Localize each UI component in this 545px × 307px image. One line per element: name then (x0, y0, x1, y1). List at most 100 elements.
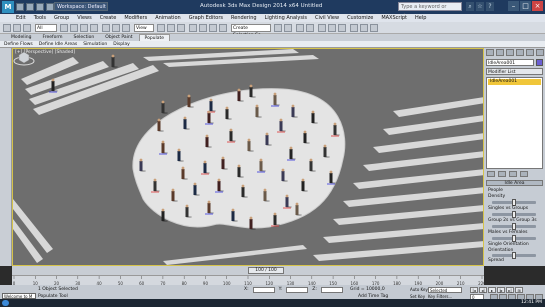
maximize-button[interactable]: □ (520, 1, 531, 11)
snap-toggle-icon[interactable] (189, 24, 197, 32)
motion-tab-icon[interactable] (516, 49, 524, 56)
menu-group[interactable]: Group (54, 15, 69, 21)
object-color-swatch[interactable] (536, 59, 543, 66)
create-tab-icon[interactable] (486, 49, 494, 56)
star-icon[interactable]: ☆ (476, 2, 484, 11)
start-button-icon[interactable] (2, 300, 9, 306)
tab-populate[interactable]: Populate (138, 34, 171, 41)
remove-modifier-icon[interactable] (520, 171, 528, 177)
tab-selection[interactable]: Selection (69, 34, 100, 41)
material-editor-icon[interactable] (338, 24, 346, 32)
males-slider-thumb[interactable] (512, 235, 516, 242)
redo-icon[interactable] (13, 24, 21, 32)
orientation-slider[interactable] (492, 252, 536, 259)
rendered-frame-icon[interactable] (360, 24, 368, 32)
undo-icon[interactable] (3, 24, 11, 32)
render-setup-icon[interactable] (350, 24, 358, 32)
tab-freeform[interactable]: Freeform (37, 34, 67, 41)
menu-lighting-analysis[interactable]: Lighting Analysis (265, 15, 307, 21)
define-flows-button[interactable]: Define Flows (4, 42, 33, 47)
help-icon[interactable]: ? (486, 2, 494, 11)
singles-slider-thumb[interactable] (512, 211, 516, 218)
goto-end-icon[interactable]: ▸| (506, 287, 514, 293)
viewport-layout-bar[interactable] (0, 48, 12, 266)
curve-editor-icon[interactable] (318, 24, 326, 32)
reference-coordinate-select[interactable]: View (134, 24, 154, 32)
percent-snap-icon[interactable] (209, 24, 217, 32)
workspace-select[interactable]: Workspace: Default (54, 2, 108, 11)
manipulate-icon[interactable] (167, 24, 175, 32)
link-icon[interactable] (23, 24, 31, 32)
tab-object-paint[interactable]: Object Paint (100, 34, 137, 41)
layer-manager-icon[interactable] (296, 24, 304, 32)
menu-views[interactable]: Views (77, 15, 91, 21)
time-slider-thumb[interactable]: 100 / 100 (248, 267, 284, 274)
groups-slider[interactable] (492, 223, 536, 230)
density-slider-thumb[interactable] (512, 199, 516, 206)
hierarchy-tab-icon[interactable] (506, 49, 514, 56)
menu-animation[interactable]: Animation (155, 15, 181, 21)
menu-create[interactable]: Create (100, 15, 117, 21)
auto-key-button[interactable]: Auto Key (410, 287, 428, 293)
object-name-field[interactable]: IdleArea001 (486, 59, 534, 66)
tab-modeling[interactable]: Modeling (6, 34, 36, 41)
mirror-icon[interactable] (274, 24, 282, 32)
menu-graph-editors[interactable]: Graph Editors (189, 15, 223, 21)
key-selection-select[interactable]: Selected (428, 287, 462, 293)
search-input[interactable]: Type a keyword or phrase (398, 2, 462, 19)
menu-rendering[interactable]: Rendering (231, 15, 257, 21)
viewcube-icon[interactable] (13, 49, 35, 67)
open-file-icon[interactable] (26, 3, 34, 11)
undo-icon[interactable] (46, 3, 54, 11)
z-field[interactable] (320, 287, 343, 293)
rotate-icon[interactable] (112, 24, 120, 32)
simulation-button[interactable]: Simulation (83, 42, 107, 47)
menu-maxscript[interactable]: MAXScript (381, 15, 407, 21)
males-slider[interactable] (492, 235, 536, 242)
density-slider[interactable] (492, 199, 536, 206)
menu-modifiers[interactable]: Modifiers (124, 15, 147, 21)
modifier-stack[interactable]: IdleArea001 (486, 77, 543, 169)
keyboard-shortcut-icon[interactable] (177, 24, 185, 32)
make-unique-icon[interactable] (509, 171, 517, 177)
new-scene-icon[interactable] (16, 3, 24, 11)
singles-slider[interactable] (492, 211, 536, 218)
pin-stack-icon[interactable] (487, 171, 495, 177)
prev-frame-icon[interactable]: ◂| (479, 287, 487, 293)
scene-canvas[interactable] (13, 49, 484, 266)
modify-tab-icon[interactable] (496, 49, 504, 56)
time-slider[interactable]: 100 / 100 (12, 266, 484, 275)
binoculars-icon[interactable]: ⌕ (466, 2, 474, 11)
graphite-ribbon-icon[interactable] (306, 24, 314, 32)
window-crossing-icon[interactable] (90, 24, 98, 32)
goto-start-icon[interactable]: |◂ (470, 287, 478, 293)
utilities-tab-icon[interactable] (536, 49, 544, 56)
show-end-result-icon[interactable] (498, 171, 506, 177)
select-by-name-icon[interactable] (70, 24, 78, 32)
orientation-slider-thumb[interactable] (512, 252, 516, 259)
menu-civil-view[interactable]: Civil View (315, 15, 339, 21)
region-select-icon[interactable] (80, 24, 88, 32)
schematic-view-icon[interactable] (328, 24, 336, 32)
close-button[interactable]: × (532, 1, 543, 11)
spinner-snap-icon[interactable] (219, 24, 227, 32)
display-tab-icon[interactable] (526, 49, 534, 56)
menu-tools[interactable]: Tools (34, 15, 46, 21)
x-field[interactable] (252, 287, 275, 293)
render-teapot-icon[interactable] (370, 24, 378, 32)
modifier-list-select[interactable]: Modifier List (486, 68, 543, 75)
y-field[interactable] (286, 287, 309, 293)
perspective-viewport[interactable]: [+] [Perspective] [Shaded] (12, 48, 484, 266)
scale-icon[interactable] (122, 24, 130, 32)
minimize-button[interactable]: – (508, 1, 519, 11)
select-object-icon[interactable] (60, 24, 68, 32)
groups-slider-thumb[interactable] (512, 223, 516, 230)
angle-snap-icon[interactable] (199, 24, 207, 32)
move-icon[interactable] (102, 24, 110, 32)
save-file-icon[interactable] (36, 3, 44, 11)
align-icon[interactable] (284, 24, 292, 32)
next-frame-icon[interactable]: |▸ (497, 287, 505, 293)
selection-filter-select[interactable]: All (35, 24, 57, 32)
menu-help[interactable]: Help (415, 15, 426, 21)
play-icon[interactable]: ▸ (488, 287, 496, 293)
